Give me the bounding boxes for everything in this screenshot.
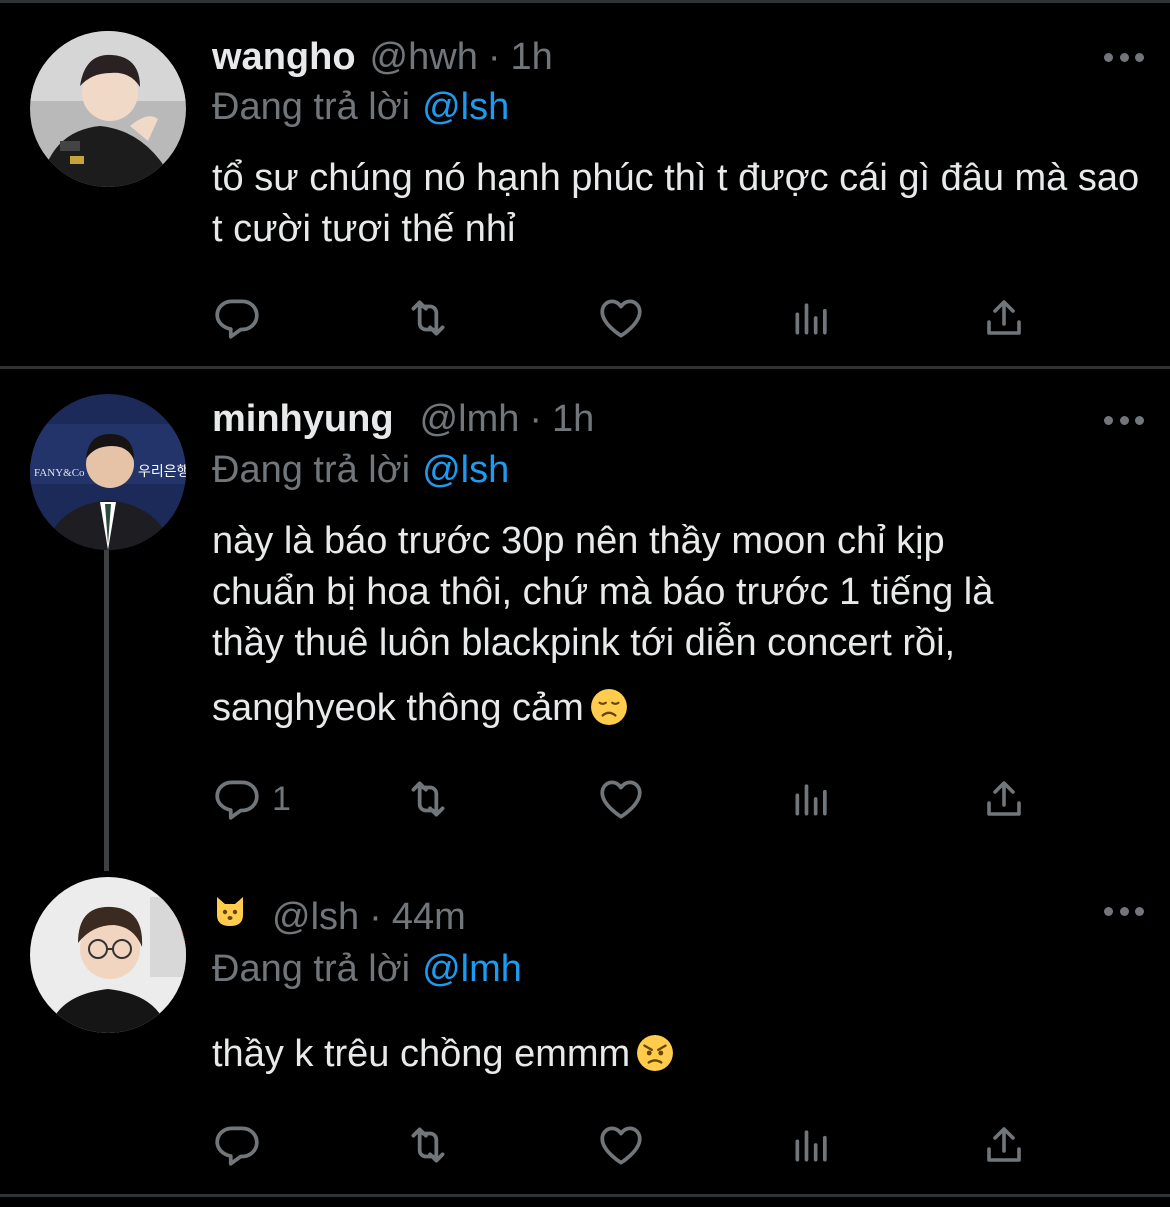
tweet-actions <box>212 293 1072 343</box>
share-button[interactable] <box>980 1120 1028 1170</box>
tweet-text-line: thầy thuê luôn blackpink tới diễn concer… <box>212 622 956 664</box>
tweet-lsh[interactable]: @lsh · 44m Đang trả lời @lmh thầy k trêu … <box>0 870 1170 1194</box>
views-icon <box>795 1130 827 1162</box>
tweet-divider <box>0 1194 1170 1197</box>
tweet-header: wangho @hwh · 1h <box>212 36 553 82</box>
share-button[interactable] <box>980 774 1028 824</box>
retweet-button[interactable] <box>402 774 454 824</box>
svg-text:우리은행: 우리은행 <box>138 464 186 480</box>
tweet-text-content: thầy k trêu chồng emmm <box>212 1033 631 1075</box>
svg-text:FANY&Co: FANY&Co <box>34 467 85 479</box>
separator-dot: · <box>369 896 382 938</box>
replying-to-label: Đang trả lời <box>212 449 411 491</box>
retweet-button[interactable] <box>402 293 454 343</box>
reply-icon <box>215 299 259 339</box>
more-options-icon[interactable] <box>1104 51 1144 63</box>
replying-to: Đang trả lời @lsh <box>212 86 509 129</box>
tweet-actions <box>212 1120 1072 1170</box>
tweet-text: thầy k trêu chồng emmm <box>212 1029 1142 1080</box>
separator-dot: · <box>487 36 501 78</box>
timestamp[interactable]: 1h <box>552 398 594 441</box>
mention-link[interactable]: @lmh <box>422 948 522 990</box>
share-button[interactable] <box>980 293 1028 343</box>
retweet-icon <box>411 781 445 817</box>
reply-button[interactable]: 1 <box>212 774 291 824</box>
views-icon <box>795 303 827 335</box>
replying-to: Đang trả lời @lsh <box>212 449 509 492</box>
tweet-text-line: sanghyeok thông cảm <box>212 687 584 729</box>
replying-to-label: Đang trả lời <box>212 86 411 128</box>
share-icon <box>987 781 1021 816</box>
views-button[interactable] <box>790 1120 834 1170</box>
tweet-header: @lsh · 44m <box>212 893 466 939</box>
tweet-header: minhyung @lmh · 1h <box>212 398 594 444</box>
views-button[interactable] <box>790 774 834 824</box>
thread-connector <box>104 549 109 871</box>
reply-button[interactable] <box>212 293 272 343</box>
tweet-text-line: này là báo trước 30p nên thầy moon chỉ k… <box>212 520 945 562</box>
avatar-wangho[interactable] <box>30 31 186 187</box>
tweet-text: tổ sư chúng nó hạnh phúc thì t được cái … <box>212 157 1140 250</box>
views-button[interactable] <box>790 293 834 343</box>
tweet-text-line: chuẩn bị hoa thôi, chứ mà báo trước 1 ti… <box>212 571 994 613</box>
timestamp[interactable]: 44m <box>392 896 466 939</box>
tweet-wangho[interactable]: wangho @hwh · 1h Đang trả lời @lsh tổ sư … <box>0 0 1170 368</box>
disappointed-face-emoji <box>590 689 627 725</box>
user-handle[interactable]: @hwh <box>370 36 478 79</box>
share-icon <box>987 1127 1021 1162</box>
angry-face-emoji <box>637 1035 674 1071</box>
views-icon <box>795 784 827 816</box>
timestamp[interactable]: 1h <box>511 36 553 79</box>
display-name[interactable]: minhyung <box>212 398 394 441</box>
tweet-minhyung[interactable]: FANY&Co 우리은행 minhyung @lmh · 1h Đang trả… <box>0 369 1170 871</box>
retweet-icon <box>411 300 445 336</box>
like-button[interactable] <box>596 774 646 824</box>
like-icon <box>600 1126 642 1165</box>
like-button[interactable] <box>596 293 646 343</box>
avatar-minhyung[interactable]: FANY&Co 우리은행 <box>30 394 186 550</box>
mention-link[interactable]: @lsh <box>422 86 509 128</box>
avatar-lsh[interactable] <box>30 877 186 1033</box>
more-options-icon[interactable] <box>1104 414 1144 426</box>
separator-dot: · <box>529 398 543 440</box>
like-icon <box>600 780 642 819</box>
mention-link[interactable]: @lsh <box>422 449 509 491</box>
tweet-actions: 1 <box>212 774 1072 824</box>
tweet-text-last-line: sanghyeok thông cảm <box>212 683 1142 734</box>
reply-count: 1 <box>272 779 291 818</box>
tweet-text: này là báo trước 30p nên thầy moon chỉ k… <box>212 516 1142 734</box>
reply-icon <box>215 780 259 820</box>
cat-face-emoji <box>217 897 243 926</box>
retweet-icon <box>411 1127 445 1163</box>
replying-to: Đang trả lời @lmh <box>212 948 522 991</box>
reply-icon <box>215 1126 259 1166</box>
retweet-button[interactable] <box>402 1120 454 1170</box>
user-handle[interactable]: @lsh <box>272 896 359 939</box>
share-icon <box>987 300 1021 335</box>
more-options-icon[interactable] <box>1104 905 1144 917</box>
display-name[interactable]: wangho <box>212 36 356 79</box>
user-handle[interactable]: @lmh <box>420 398 520 441</box>
reply-button[interactable] <box>212 1120 272 1170</box>
replying-to-label: Đang trả lời <box>212 948 411 990</box>
like-button[interactable] <box>596 1120 646 1170</box>
like-icon <box>600 299 642 338</box>
